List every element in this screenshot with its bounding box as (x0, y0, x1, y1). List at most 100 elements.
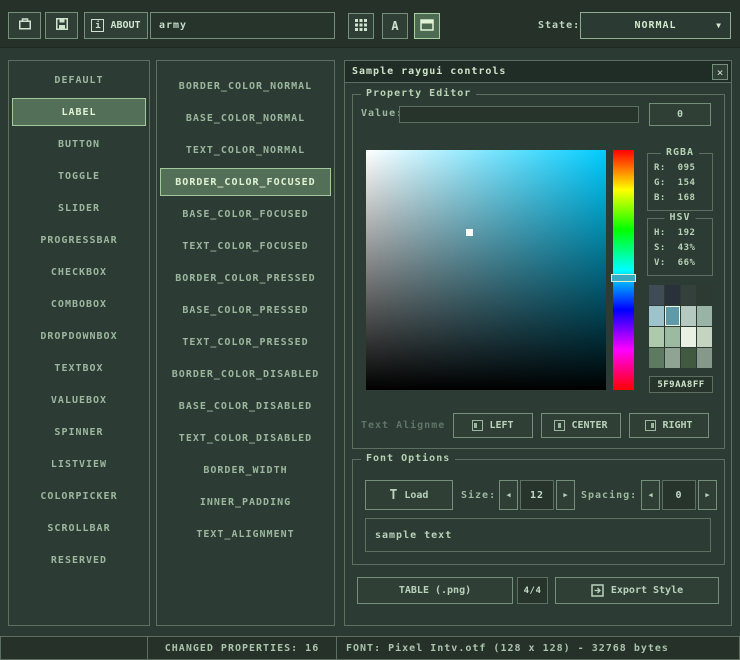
grid-icon (354, 18, 368, 35)
new-style-button[interactable] (8, 12, 41, 39)
font-spacing-decrease-button[interactable]: ◀ (641, 480, 660, 510)
align-right-button[interactable]: RIGHT (629, 413, 709, 438)
color-swatch[interactable] (649, 327, 664, 347)
property-item-base-color-focused[interactable]: BASE_COLOR_FOCUSED (160, 198, 331, 230)
sidebar-item-textbox[interactable]: TEXTBOX (12, 352, 146, 384)
color-swatch[interactable] (697, 327, 712, 347)
align-left-button[interactable]: LEFT (453, 413, 533, 438)
sidebar-item-dropdownbox[interactable]: DROPDOWNBOX (12, 320, 146, 352)
font-size-value[interactable]: 12 (520, 480, 554, 510)
export-style-label: Export Style (611, 585, 683, 596)
property-item-base-color-normal[interactable]: BASE_COLOR_NORMAL (160, 102, 331, 134)
color-swatch[interactable] (665, 327, 680, 347)
sidebar-item-button[interactable]: BUTTON (12, 128, 146, 160)
sample-controls-window: Sample raygui controls × Property Editor… (344, 60, 732, 626)
window-titlebar[interactable]: Sample raygui controls × (345, 61, 731, 83)
color-swatch[interactable] (649, 306, 664, 326)
load-font-button[interactable]: T Load (365, 480, 453, 510)
sidebar-item-toggle[interactable]: TOGGLE (12, 160, 146, 192)
rgba-blue-value: B: 168 (648, 190, 712, 205)
rgba-group: RGBA R: 095 G: 154 B: 168 (647, 153, 713, 211)
about-button-label: ABOUT (110, 20, 140, 31)
align-center-button[interactable]: CENTER (541, 413, 621, 438)
color-picker-cursor[interactable] (466, 229, 473, 236)
font-spacing-value[interactable]: 0 (662, 480, 696, 510)
toolbar: i ABOUT A State: NORMAL ▼ (0, 0, 740, 48)
export-table-format-button[interactable]: TABLE (.png) (357, 577, 513, 604)
state-dropdown[interactable]: NORMAL ▼ (580, 12, 731, 39)
sidebar-item-scrollbar[interactable]: SCROLLBAR (12, 512, 146, 544)
color-swatch[interactable] (681, 348, 696, 368)
state-label: State: (538, 12, 580, 39)
align-center-label: CENTER (571, 420, 607, 431)
floppy-disk-icon (54, 16, 70, 35)
property-item-text-color-focused[interactable]: TEXT_COLOR_FOCUSED (160, 230, 331, 262)
property-item-text-color-normal[interactable]: TEXT_COLOR_NORMAL (160, 134, 331, 166)
property-item-base-color-disabled[interactable]: BASE_COLOR_DISABLED (160, 390, 331, 422)
color-swatch[interactable] (697, 348, 712, 368)
sidebar-item-listview[interactable]: LISTVIEW (12, 448, 146, 480)
color-swatch[interactable] (665, 285, 680, 305)
sidebar-item-slider[interactable]: SLIDER (12, 192, 146, 224)
color-swatch[interactable] (681, 327, 696, 347)
property-item-border-color-normal[interactable]: BORDER_COLOR_NORMAL (160, 70, 331, 102)
style-name-input[interactable] (150, 12, 335, 39)
color-swatch[interactable] (649, 285, 664, 305)
color-swatch[interactable] (697, 285, 712, 305)
changed-properties-status: CHANGED PROPERTIES: 16 (147, 636, 337, 660)
font-size-increase-button[interactable]: ▶ (556, 480, 575, 510)
property-item-base-color-pressed[interactable]: BASE_COLOR_PRESSED (160, 294, 331, 326)
font-info-status: FONT: Pixel Intv.otf (128 x 128) - 32768… (336, 636, 740, 660)
property-item-text-alignment[interactable]: TEXT_ALIGNMENT (160, 518, 331, 550)
color-swatch-current[interactable] (665, 306, 680, 326)
property-editor-group: Property Editor Value: 0 RGBA R: 095 G: … (352, 94, 725, 449)
value-button[interactable]: 0 (649, 103, 711, 126)
color-swatch[interactable] (665, 348, 680, 368)
sidebar-item-valuebox[interactable]: VALUEBOX (12, 384, 146, 416)
sidebar-item-default[interactable]: DEFAULT (12, 64, 146, 96)
font-spacing-label: Spacing: (581, 490, 637, 501)
property-item-inner-padding[interactable]: INNER_PADDING (160, 486, 331, 518)
sidebar-item-progressbar[interactable]: PROGRESSBAR (12, 224, 146, 256)
sidebar-item-spinner[interactable]: SPINNER (12, 416, 146, 448)
color-saturation-value-picker[interactable] (366, 150, 606, 390)
sidebar-item-checkbox[interactable]: CHECKBOX (12, 256, 146, 288)
controls-grid-view-button[interactable] (348, 13, 374, 39)
save-style-button[interactable] (45, 12, 78, 39)
property-item-text-color-disabled[interactable]: TEXT_COLOR_DISABLED (160, 422, 331, 454)
style-color-palette (649, 285, 713, 368)
align-left-label: LEFT (489, 420, 513, 431)
font-spacing-increase-button[interactable]: ▶ (698, 480, 717, 510)
value-input[interactable] (399, 106, 639, 123)
status-segment-empty (0, 636, 148, 660)
value-label: Value: (361, 108, 403, 119)
rgba-label: RGBA (661, 147, 699, 158)
font-size-decrease-button[interactable]: ◀ (499, 480, 518, 510)
hue-slider-handle[interactable] (611, 274, 636, 282)
property-item-border-color-focused[interactable]: BORDER_COLOR_FOCUSED (160, 168, 331, 196)
table-pages-value[interactable]: 4/4 (517, 577, 548, 604)
sidebar-item-reserved[interactable]: RESERVED (12, 544, 146, 576)
sidebar-item-label[interactable]: LABEL (12, 98, 146, 126)
sidebar-item-colorpicker[interactable]: COLORPICKER (12, 480, 146, 512)
property-item-text-color-pressed[interactable]: TEXT_COLOR_PRESSED (160, 326, 331, 358)
color-swatch[interactable] (681, 285, 696, 305)
hex-color-value[interactable]: 5F9AA8FF (649, 376, 713, 393)
rgba-rows: R: 095 G: 154 B: 168 (648, 160, 712, 205)
color-swatch[interactable] (649, 348, 664, 368)
color-swatch[interactable] (697, 306, 712, 326)
window-title: Sample raygui controls (352, 66, 506, 77)
property-item-border-color-pressed[interactable]: BORDER_COLOR_PRESSED (160, 262, 331, 294)
close-button[interactable]: × (712, 64, 728, 80)
font-sample-textbox[interactable]: sample text (365, 518, 711, 552)
export-style-button[interactable]: Export Style (555, 577, 719, 604)
sidebar-item-combobox[interactable]: COMBOBOX (12, 288, 146, 320)
property-item-border-width[interactable]: BORDER_WIDTH (160, 454, 331, 486)
about-button[interactable]: i ABOUT (84, 12, 148, 39)
property-item-border-color-disabled[interactable]: BORDER_COLOR_DISABLED (160, 358, 331, 390)
style-table-view-button[interactable] (414, 13, 440, 39)
color-swatch[interactable] (681, 306, 696, 326)
hue-slider[interactable] (613, 150, 634, 390)
font-view-button[interactable]: A (382, 13, 408, 39)
hsv-saturation-value: S: 43% (648, 240, 712, 255)
